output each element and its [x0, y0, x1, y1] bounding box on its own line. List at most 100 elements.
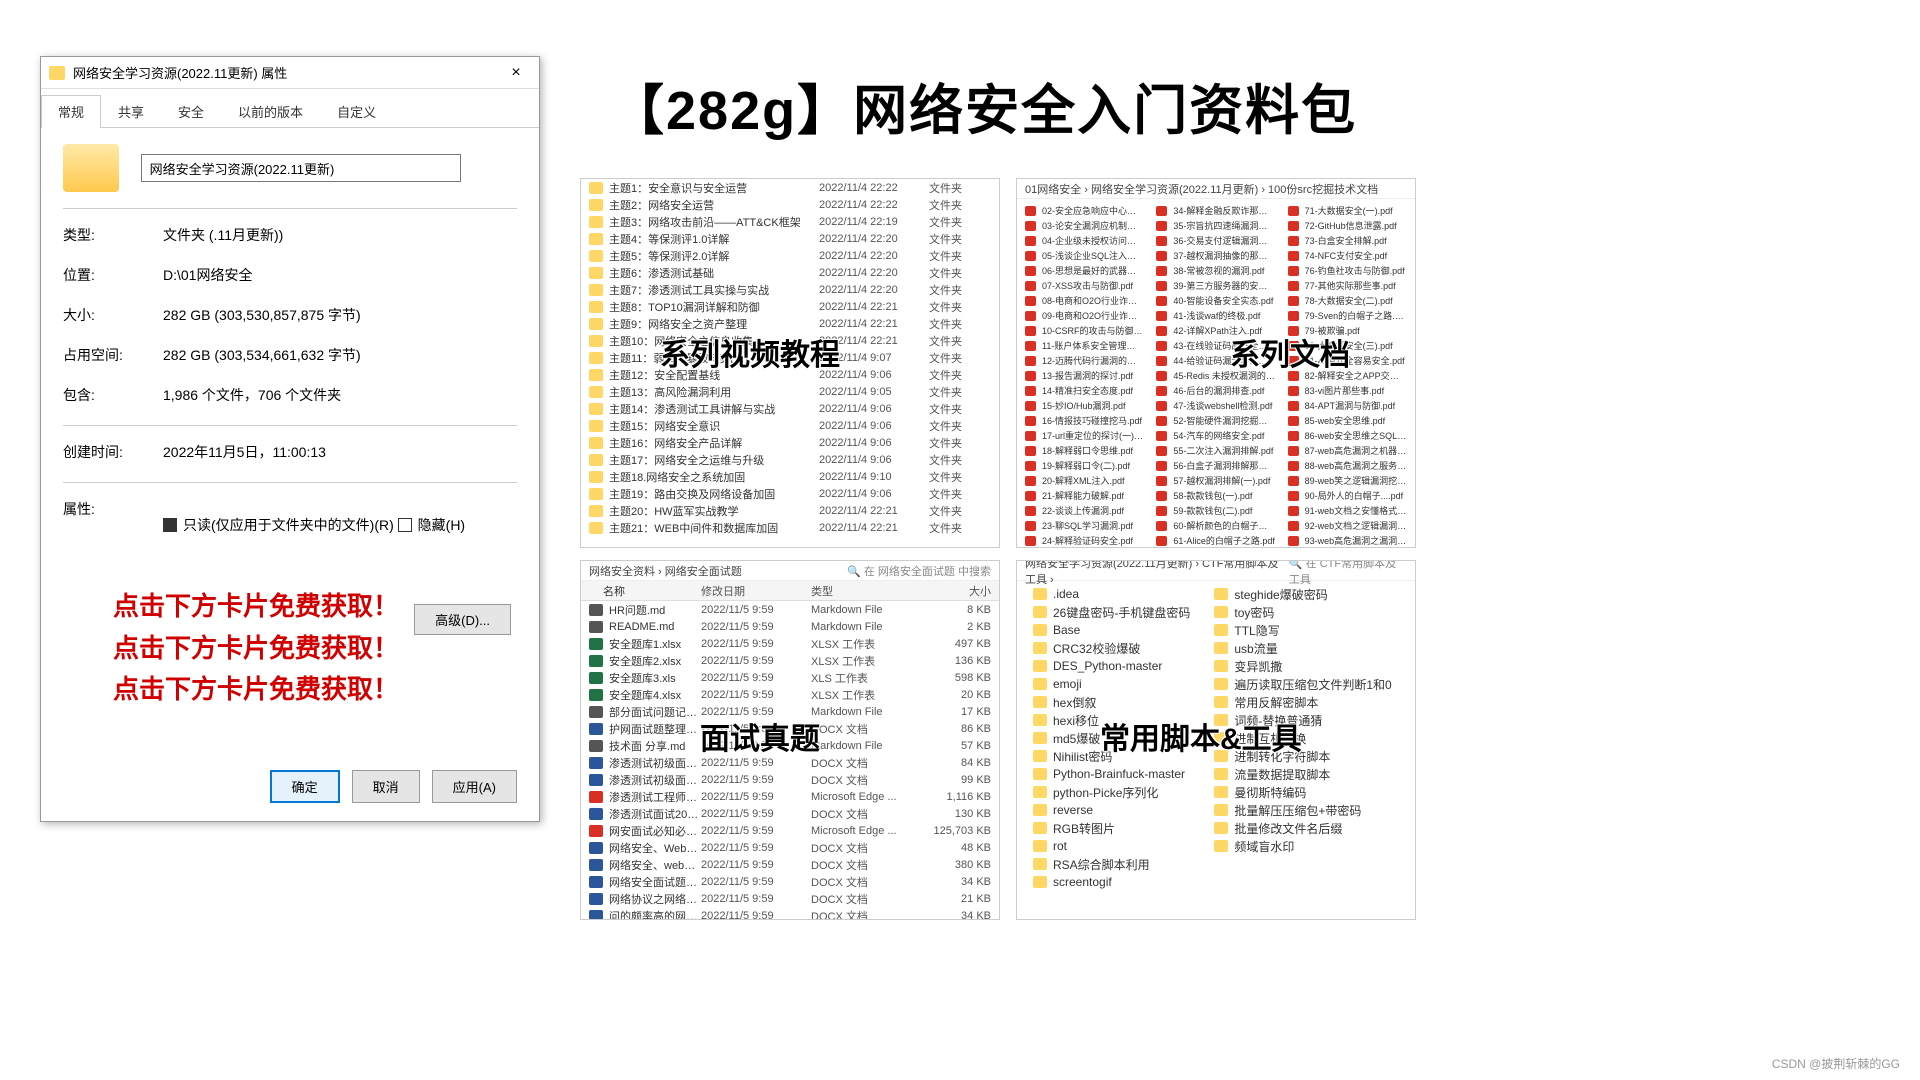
pdf-row[interactable]: 86-web安全思维之SQL注入.pdf [1284, 428, 1411, 443]
file-row[interactable]: 安全题库1.xlsx2022/11/5 9:59XLSX 工作表497 KB [581, 635, 999, 652]
apply-button[interactable]: 应用(A) [432, 770, 517, 803]
pdf-row[interactable]: 21-解释能力破解.pdf [1021, 488, 1148, 503]
file-row[interactable]: 安全题库4.xlsx2022/11/5 9:59XLSX 工作表20 KB [581, 686, 999, 703]
tool-row[interactable]: 替换脚本 [1408, 693, 1416, 711]
pdf-row[interactable]: 59-款款钱包(二).pdf [1152, 503, 1279, 518]
tab-share[interactable]: 共享 [101, 95, 161, 127]
file-row[interactable]: 渗透测试初级面试题.docx2022/11/5 9:59DOCX 文档99 KB [581, 771, 999, 788]
tool-row[interactable]: Python-Brainfuck-master [1025, 765, 1198, 783]
tool-row[interactable]: 26键盘密码-手机键盘密码 [1025, 603, 1198, 621]
pdf-row[interactable]: 22-谈谈上传漏洞.pdf [1021, 503, 1148, 518]
pdf-row[interactable]: 79-Sven的白帽子之路.pdf [1284, 308, 1411, 323]
pdf-row[interactable]: 08-电商和O2O行业诈骗那些事儿(上).pdf [1021, 293, 1148, 308]
tool-row[interactable]: 曼彻斯特编码 [1206, 783, 1399, 801]
file-row[interactable]: 网络安全、Web安全、渗透测试笔试总...2022/11/5 9:59DOCX … [581, 839, 999, 856]
tool-row[interactable]: 日志匹配 [1408, 603, 1416, 621]
pdf-row[interactable]: 18-解释弱口令思维.pdf [1021, 443, 1148, 458]
folder-row[interactable]: 主题20：HW蓝军实战教学2022/11/4 22:21文件夹 [581, 502, 999, 519]
pdf-row[interactable]: 38-常被忽视的漏洞.pdf [1152, 263, 1279, 278]
pdf-row[interactable]: 23-聊SQL学习漏洞.pdf [1021, 518, 1148, 533]
file-row[interactable]: README.md2022/11/5 9:59Markdown File2 KB [581, 618, 999, 635]
pdf-row[interactable]: 03-论安全漏洞应机制的护理.pdf [1021, 218, 1148, 233]
file-row[interactable]: HR问题.md2022/11/5 9:59Markdown File8 KB [581, 601, 999, 618]
tool-row[interactable]: README.md [1408, 873, 1416, 891]
pdf-row[interactable]: 84-APT漏洞与防御.pdf [1284, 398, 1411, 413]
pdf-row[interactable]: 58-款款钱包(一).pdf [1152, 488, 1279, 503]
tool-row[interactable]: reverse [1025, 801, 1198, 819]
tool-row[interactable]: DES_Python-master [1025, 657, 1198, 675]
tool-row[interactable]: RSA综合脚本利用 [1025, 855, 1198, 873]
folder-row[interactable]: 主题21：WEB中间件和数据库加固2022/11/4 22:21文件夹 [581, 519, 999, 536]
pdf-row[interactable]: 54-汽车的网络安全.pdf [1152, 428, 1279, 443]
pdf-row[interactable]: 11-账户体系安全管理探索.pdf [1021, 338, 1148, 353]
tool-row[interactable]: CRC32校验爆破 [1025, 639, 1198, 657]
tool-row[interactable]: 频域盲水印 [1206, 837, 1399, 855]
file-row[interactable]: 安全题库2.xlsx2022/11/5 9:59XLSX 工作表136 KB [581, 652, 999, 669]
file-row[interactable]: 网络安全、web安全、渗透测试之笔试总...2022/11/5 9:59DOCX… [581, 856, 999, 873]
tool-row[interactable]: python-note.md [1408, 855, 1416, 873]
tool-row[interactable]: 常用反解密脚本 [1206, 693, 1399, 711]
pdf-row[interactable]: 19-解释弱口令(二).pdf [1021, 458, 1148, 473]
folder-row[interactable]: 主题8：TOP10漏洞详解和防御2022/11/4 22:21文件夹 [581, 298, 999, 315]
pdf-row[interactable]: 36-交易支付逻辑漏洞小总结.pdf [1152, 233, 1279, 248]
pdf-row[interactable]: 16-情报技巧碰撞挖马.pdf [1021, 413, 1148, 428]
tool-row[interactable]: 字符替换 [1408, 819, 1416, 837]
breadcrumb[interactable]: 网络安全资料 › 网络安全面试题🔍 在 网络安全面试题 中搜索 [581, 561, 999, 581]
tool-row[interactable]: 字符频率统计分析 [1408, 801, 1416, 819]
tool-row[interactable]: 批量解压压缩包+带密码 [1206, 801, 1399, 819]
folder-row[interactable]: 主题5：等保测评2.0详解2022/11/4 22:20文件夹 [581, 247, 999, 264]
pdf-row[interactable]: 78-大数据安全(二).pdf [1284, 293, 1411, 308]
tool-row[interactable]: RGB转图片 [1025, 819, 1198, 837]
folder-row[interactable]: 主题4：等保测评1.0详解2022/11/4 22:20文件夹 [581, 230, 999, 247]
pdf-row[interactable]: 72-GitHub信息泄露.pdf [1284, 218, 1411, 233]
breadcrumb[interactable]: 网络安全学习资源(2022.11月更新) › CTF常用脚本及工具 ›🔍 在 C… [1017, 561, 1415, 581]
pdf-row[interactable]: 02-安全应急响应中心之成长的烦恼探索.pdf [1021, 203, 1148, 218]
pdf-row[interactable]: 35-宗旨抗四速绳漏洞小总结.pdf [1152, 218, 1279, 233]
pdf-row[interactable]: 83-vi图片那些事.pdf [1284, 383, 1411, 398]
pdf-row[interactable]: 74-NFC支付安全.pdf [1284, 248, 1411, 263]
folder-row[interactable]: 主题19：路由交换及网络设备加固2022/11/4 9:06文件夹 [581, 485, 999, 502]
tool-row[interactable]: TTL隐写 [1206, 621, 1399, 639]
pdf-row[interactable]: 46-后台的漏洞排查.pdf [1152, 383, 1279, 398]
file-row[interactable]: 渗透测试面试2019版.docx2022/11/5 9:59DOCX 文档130… [581, 805, 999, 822]
folder-row[interactable]: 主题15：网络安全意识2022/11/4 9:06文件夹 [581, 417, 999, 434]
pdf-row[interactable]: 85-web安全思维.pdf [1284, 413, 1411, 428]
folder-row[interactable]: 主题14：渗透测试工具讲解与实战2022/11/4 9:06文件夹 [581, 400, 999, 417]
readonly-checkbox[interactable]: 只读(仅应用于文件夹中的文件)(R) [163, 515, 394, 535]
tool-row[interactable]: 文件异或 [1408, 765, 1416, 783]
file-row[interactable]: 渗透测试工程师面试大全.pdf2022/11/5 9:59Microsoft E… [581, 788, 999, 805]
tool-row[interactable]: 数字题 [1408, 639, 1416, 657]
tool-row[interactable]: .idea [1025, 585, 1198, 603]
folder-row[interactable]: 主题17：网络安全之运维与升级2022/11/4 9:06文件夹 [581, 451, 999, 468]
cancel-button[interactable]: 取消 [352, 770, 420, 803]
tool-row[interactable]: 批量修改文件名后缀 [1206, 819, 1399, 837]
tool-row[interactable]: 双参数爆破脚本 [1408, 657, 1416, 675]
pdf-row[interactable]: 06-思想是最好的武器浅谈技巧.pdf [1021, 263, 1148, 278]
pdf-row[interactable]: 40-智能设备安全实态.pdf [1152, 293, 1279, 308]
folder-row[interactable]: 主题7：渗透测试工具实操与实战2022/11/4 22:20文件夹 [581, 281, 999, 298]
file-row[interactable]: 网络安全面试题及答案.docx2022/11/5 9:59DOCX 文档34 K… [581, 873, 999, 890]
ok-button[interactable]: 确定 [270, 770, 340, 803]
hidden-checkbox[interactable]: 隐藏(H) [398, 515, 465, 535]
tool-row[interactable]: 字节转大端序 [1408, 837, 1416, 855]
tab-general[interactable]: 常规 [41, 95, 101, 128]
tool-row[interactable]: 十进制转字符 [1408, 621, 1416, 639]
pdf-row[interactable]: 05-浅谈企业SQL注入漏洞的危害与防御.... [1021, 248, 1148, 263]
pdf-row[interactable]: 24-解释验证码安全.pdf [1021, 533, 1148, 548]
folder-row[interactable]: 主题13：高风险漏洞利用2022/11/4 9:05文件夹 [581, 383, 999, 400]
pdf-row[interactable]: 39-第三方服务器的安全基线.pdf [1152, 278, 1279, 293]
pdf-row[interactable]: 91-web文档之安懂格式漏洞挖掘.pdf [1284, 503, 1411, 518]
tool-row[interactable]: toy密码 [1206, 603, 1399, 621]
pdf-row[interactable]: 20-解释XML注入.pdf [1021, 473, 1148, 488]
pdf-row[interactable]: 60-解析颜色的白帽子之路.pdf [1152, 518, 1279, 533]
pdf-row[interactable]: 17-url重定位的探讨(一).pdf [1021, 428, 1148, 443]
breadcrumb[interactable]: 01网络安全 › 网络安全学习资源(2022.11月更新) › 100份src挖… [1017, 179, 1415, 199]
tool-row[interactable]: 遍历读取压缩包文件判断1和0 [1206, 675, 1399, 693]
file-row[interactable]: 安全题库3.xls2022/11/5 9:59XLS 工作表598 KB [581, 669, 999, 686]
folder-row[interactable]: 主题3：网络攻击前沿——ATT&CK框架2022/11/4 22:19文件夹 [581, 213, 999, 230]
tab-security[interactable]: 安全 [161, 95, 221, 127]
folder-name-input[interactable] [141, 154, 461, 182]
file-row[interactable]: 网安面试必知必答第一含答案.pdf2022/11/5 9:59Microsoft… [581, 822, 999, 839]
folder-row[interactable]: 主题16：网络安全产品详解2022/11/4 9:06文件夹 [581, 434, 999, 451]
pdf-row[interactable]: 76-钓鱼社攻击与防御.pdf [1284, 263, 1411, 278]
